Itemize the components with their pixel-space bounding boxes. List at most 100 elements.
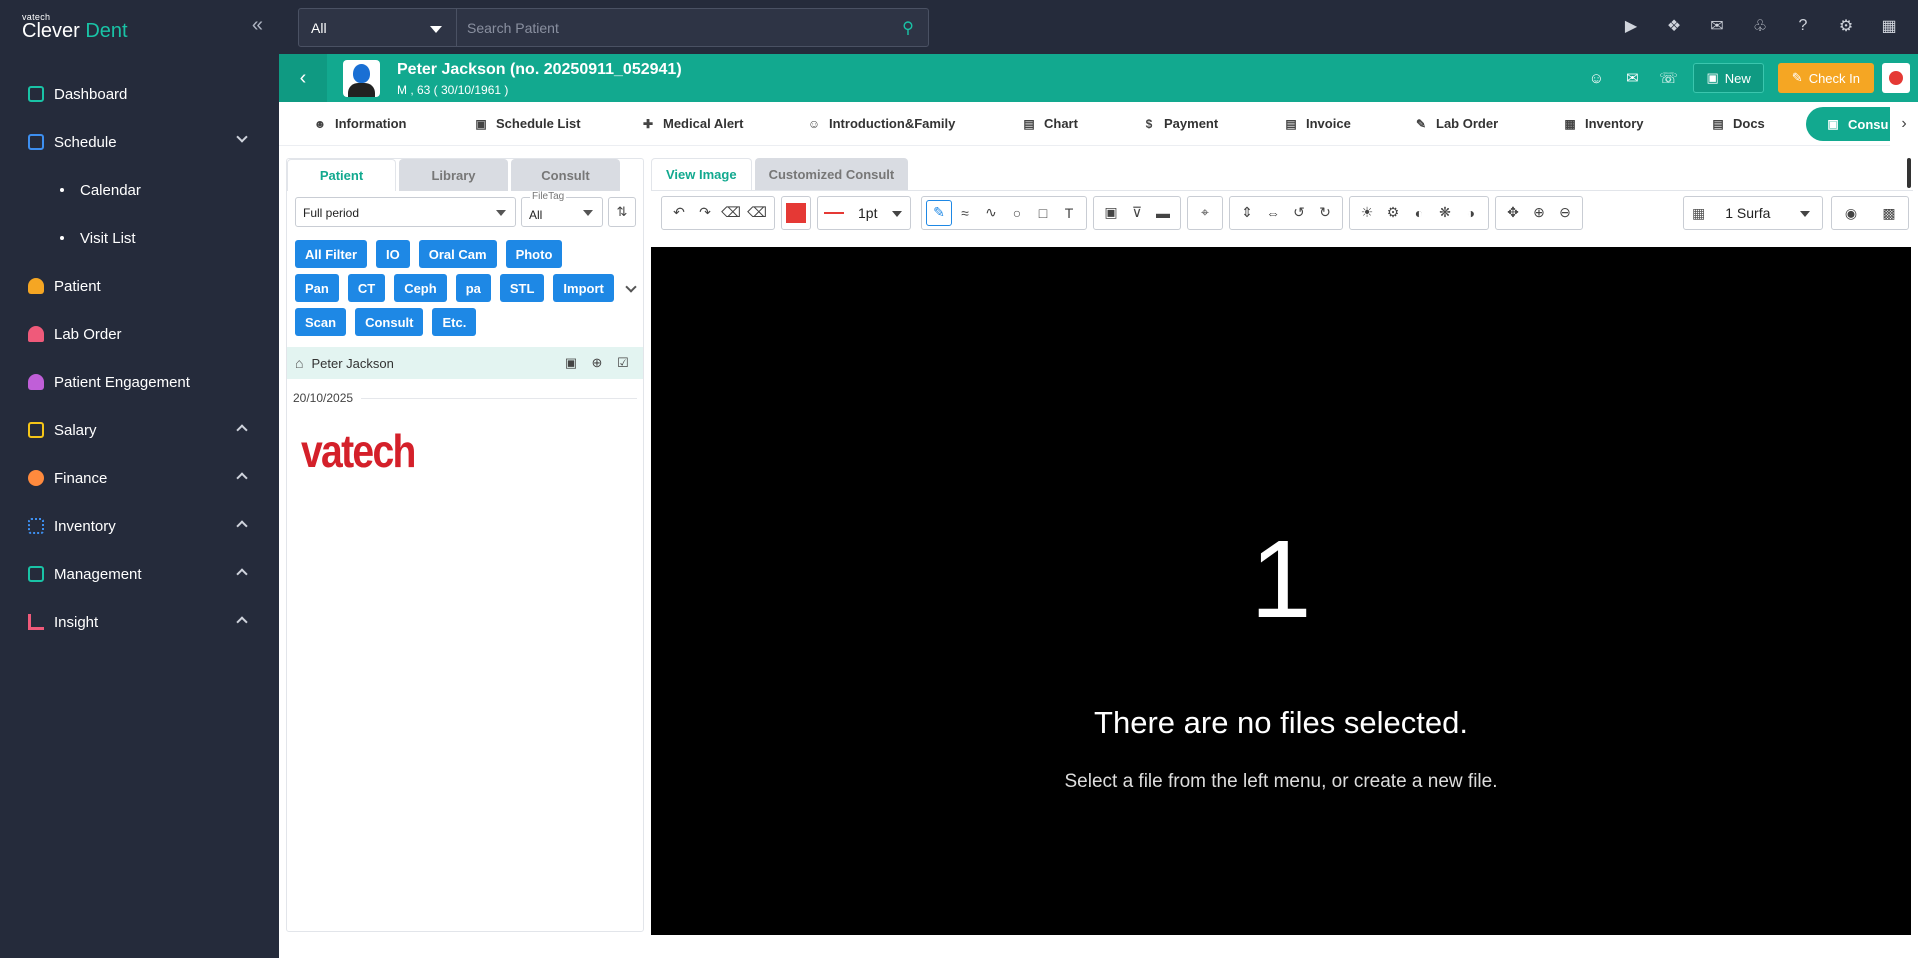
mail-icon[interactable]: ✉ [1621,67,1643,89]
undo-icon[interactable]: ↶ [666,200,692,226]
tab-lab-order[interactable]: ✎ Lab Order [1414,116,1498,131]
filter-photo[interactable]: Photo [505,240,563,268]
file-thumbnail[interactable]: vatech [301,421,416,481]
rectangle-icon[interactable]: □ [1030,200,1056,226]
tab-view-image[interactable]: View Image [651,158,752,190]
trash-icon[interactable]: ⌫ [744,200,770,226]
search-icon[interactable]: ⚲ [888,9,928,46]
filter-ct[interactable]: CT [347,274,386,302]
chevron-down-icon[interactable] [625,281,637,293]
circle-icon[interactable]: ○ [1004,200,1030,226]
zoom-out-icon[interactable]: ⊖ [1552,200,1578,226]
user-settings-icon[interactable]: ☺ [1585,67,1607,89]
contrast-icon[interactable]: ◐ [1406,200,1432,226]
flip-horizontal-icon[interactable]: ⇔ [1260,200,1286,226]
implant-icon[interactable]: ⊽ [1124,200,1150,226]
sidebar-item-schedule[interactable]: Schedule [0,118,279,166]
tab-docs[interactable]: ▤ Docs [1711,116,1764,131]
tab-invoice[interactable]: ▤ Invoice [1284,116,1350,131]
line-width-select[interactable]: 1pt [817,195,911,230]
sidebar-item-finance[interactable]: Finance [0,454,279,502]
apps-grid-icon[interactable]: ▦ [1878,15,1900,37]
filter-io[interactable]: IO [376,240,410,268]
filter-etc[interactable]: Etc. [432,308,477,336]
tab-payment[interactable]: $ Payment [1142,116,1219,131]
image-icon[interactable]: ▣ [1098,200,1124,226]
avatar[interactable] [343,60,380,97]
sidebar-item-patient-engagement[interactable]: Patient Engagement [0,358,279,406]
sidebar-item-dashboard[interactable]: Dashboard [0,70,279,118]
aperture-icon[interactable]: ❖ [1663,15,1685,37]
whatsapp-icon[interactable]: ☏ [1657,67,1679,89]
chevron-right-icon[interactable]: › [1890,102,1918,146]
help-icon[interactable]: ? [1792,15,1814,37]
invert-icon[interactable]: ◑ [1458,200,1484,226]
back-arrow-icon[interactable]: ‹ [279,54,327,102]
tab-customized-consult[interactable]: Customized Consult [754,158,909,190]
rotate-right-icon[interactable]: ↻ [1312,200,1338,226]
period-select[interactable]: Full period [295,197,516,227]
ruler-icon[interactable]: ▬ [1150,200,1176,226]
bell-icon[interactable]: ♧ [1749,15,1771,37]
sidebar-item-salary[interactable]: Salary [0,406,279,454]
check-in-button[interactable]: ✎ Check In [1777,63,1874,93]
polyline-icon[interactable]: ∿ [978,200,1004,226]
new-appointment-button[interactable]: ▣ New [1693,63,1764,93]
checkbox-icon[interactable]: ☑ [615,355,631,371]
sidebar-item-visit-list[interactable]: Visit List [0,214,279,262]
sidebar-item-insight[interactable]: Insight [0,598,279,646]
surface-layout-select[interactable]: ▦ 1 Surfa [1683,196,1823,230]
tab-inventory[interactable]: ▦ Inventory [1563,116,1643,131]
tab-information[interactable]: ☻ Information [313,116,407,131]
sidebar-item-calendar[interactable]: Calendar [0,166,279,214]
move-icon[interactable]: ✥ [1500,200,1526,226]
zoom-in-icon[interactable]: ⊕ [1526,200,1552,226]
tab-chart[interactable]: ▤ Chart [1022,116,1078,131]
settings-wheel-icon[interactable]: ⚙ [1380,200,1406,226]
tab-medical-alert[interactable]: ✚ Medical Alert [641,116,743,131]
filter-ceph[interactable]: Ceph [394,274,447,302]
tab-library[interactable]: Library [399,159,508,191]
chat-icon[interactable]: ✉ [1706,15,1728,37]
filter-oral-cam[interactable]: Oral Cam [418,240,497,268]
select-area-icon[interactable]: ▩ [1876,200,1902,226]
tab-patient[interactable]: Patient [287,159,396,191]
filter-import[interactable]: Import [553,274,614,302]
scrollbar[interactable] [1907,158,1911,188]
logo[interactable]: vatech Clever Dent « [0,0,279,54]
filter-stl[interactable]: STL [499,274,545,302]
add-circle-icon[interactable]: ⊕ [589,355,605,371]
video-icon[interactable]: ▶ [1620,15,1642,37]
search-input[interactable] [457,9,888,46]
filter-all[interactable]: All Filter [295,240,368,268]
sidebar-item-lab-order[interactable]: Lab Order [0,310,279,358]
sidebar-item-management[interactable]: Management [0,550,279,598]
sharpen-icon[interactable]: ❋ [1432,200,1458,226]
color-picker[interactable] [781,195,811,230]
brightness-icon[interactable]: ☀ [1354,200,1380,226]
pencil-icon[interactable]: ✎ [926,199,952,226]
eraser-icon[interactable]: ⌫ [718,200,744,226]
sidebar-item-inventory[interactable]: Inventory [0,502,279,550]
text-icon[interactable]: T [1056,200,1082,226]
crop-icon[interactable]: ⌖ [1192,200,1218,226]
filter-consult[interactable]: Consult [355,308,424,336]
filetag-select[interactable]: FileTag All [521,191,603,227]
eye-icon[interactable]: ◉ [1838,200,1864,226]
sort-icon[interactable]: ⇅ [608,197,636,227]
freehand-icon[interactable]: ≈ [952,200,978,226]
filter-pa[interactable]: pa [455,274,491,302]
collapse-sidebar-icon[interactable]: « [252,14,263,37]
patient-folder-row[interactable]: ⌂ Peter Jackson ▣ ⊕ ☑ [287,347,643,379]
tab-schedule-list[interactable]: ▣ Schedule List [474,116,580,131]
rotate-left-icon[interactable]: ↺ [1286,200,1312,226]
record-button[interactable] [1882,63,1910,93]
gear-icon[interactable]: ⚙ [1835,15,1857,37]
sidebar-item-patient[interactable]: Patient [0,262,279,310]
tab-consult-files[interactable]: Consult [511,159,620,191]
new-folder-icon[interactable]: ▣ [563,355,579,371]
flip-vertical-icon[interactable]: ⇕ [1234,200,1260,226]
redo-icon[interactable]: ↷ [692,200,718,226]
filter-scan[interactable]: Scan [295,308,347,336]
search-scope-select[interactable]: All [299,9,457,46]
